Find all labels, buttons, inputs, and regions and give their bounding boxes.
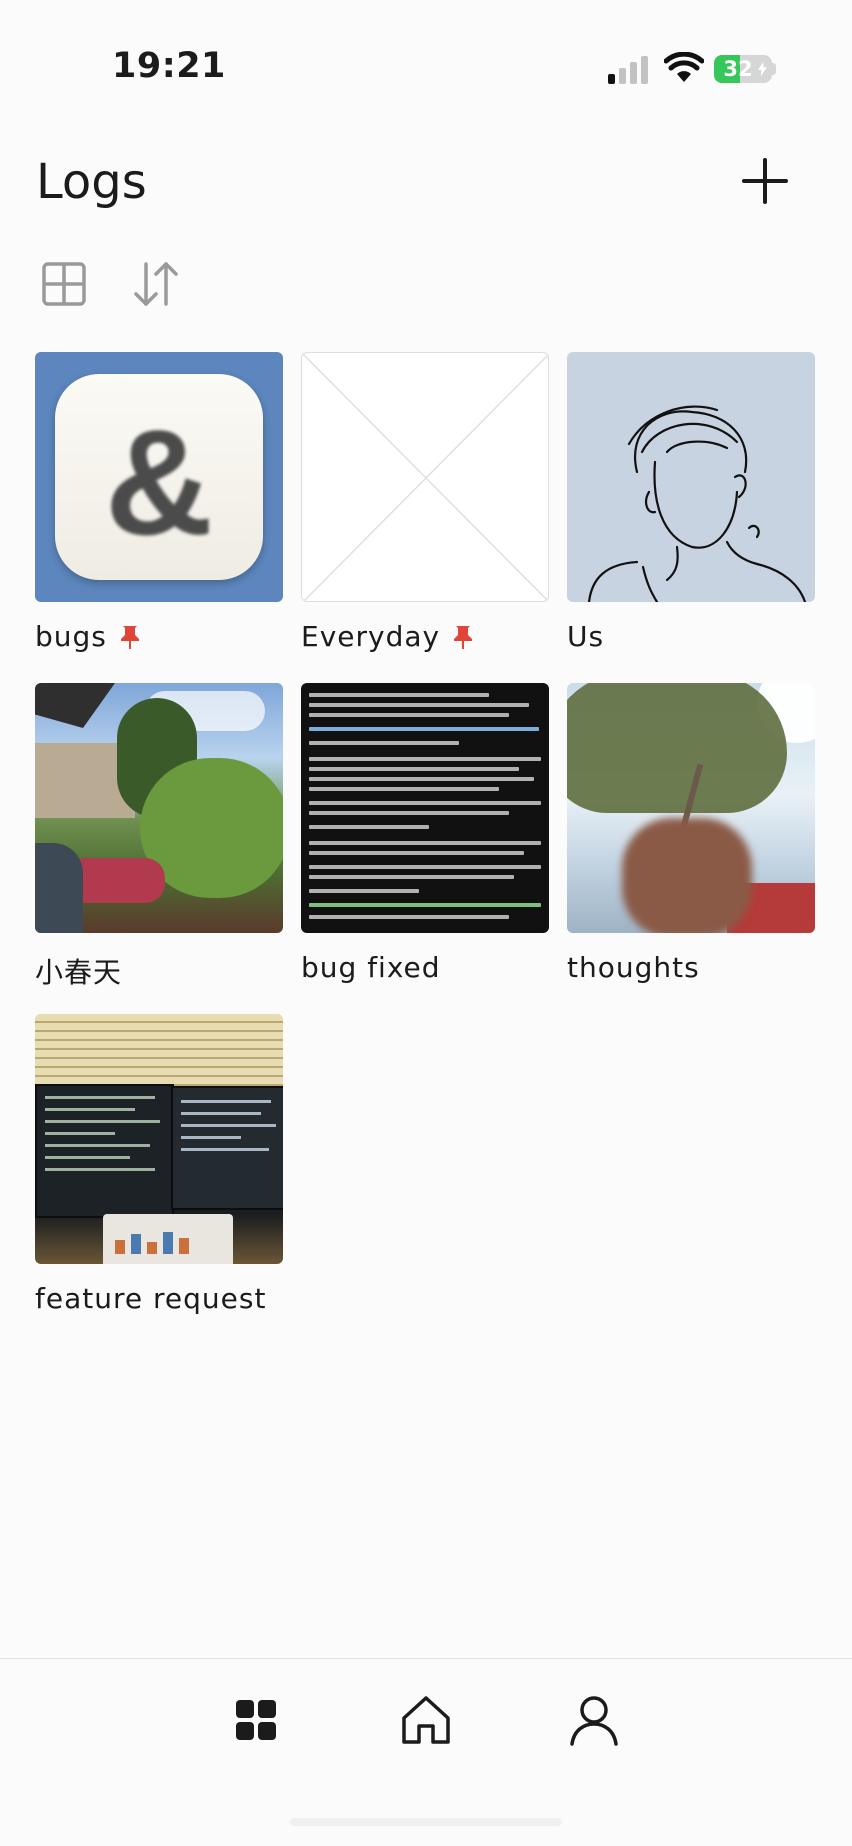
tab-grid[interactable] (226, 1690, 286, 1750)
terminal-screenshot-thumbnail (301, 683, 549, 933)
log-label: 小春天 (35, 956, 123, 989)
log-card-bugs[interactable]: & bugs (35, 352, 283, 653)
placeholder-cross-icon (302, 353, 548, 601)
ampersand-app-icon: & (55, 374, 263, 580)
page-title: Logs (36, 154, 147, 210)
log-label: Everyday (301, 620, 549, 653)
empty-thumbnail-placeholder (301, 352, 549, 602)
tab-profile[interactable] (564, 1690, 624, 1750)
grid-view-button[interactable] (36, 256, 92, 312)
log-label: feature request (35, 1282, 267, 1315)
laptop-screen (103, 1214, 233, 1264)
person-arm-shape (35, 843, 83, 933)
status-bar: 19:21 32 (0, 0, 852, 120)
log-card-feature-request[interactable]: feature request (35, 1014, 283, 1315)
window-shutters (35, 1014, 283, 1086)
home-indicator[interactable] (290, 1818, 562, 1826)
pin-icon (120, 625, 139, 649)
log-card-xiaochuntian[interactable]: 小春天 (35, 683, 283, 991)
log-card-thoughts[interactable]: thoughts (567, 683, 815, 984)
four-squares-icon (236, 1700, 276, 1740)
battery-icon: 32 (714, 55, 772, 83)
log-label: bugs (35, 620, 283, 653)
battery-tip (772, 63, 776, 75)
blurred-face (622, 818, 752, 933)
log-card-everyday[interactable]: Everyday (301, 352, 549, 653)
person-icon (570, 1696, 618, 1746)
line-drawing-portrait (587, 405, 807, 602)
grid-layout-icon (42, 262, 86, 306)
tab-home[interactable] (396, 1690, 456, 1750)
log-card-bug-fixed[interactable]: bug fixed (301, 683, 549, 984)
right-monitor (171, 1086, 283, 1210)
battery-percent: 32 (723, 57, 753, 81)
log-label: bug fixed (301, 951, 441, 984)
cellular-signal-icon (608, 56, 650, 84)
home-icon (402, 1696, 450, 1744)
add-log-button[interactable] (736, 152, 794, 210)
sort-arrows-icon (134, 262, 178, 306)
umbrella-shape (35, 683, 115, 728)
log-label: Us (567, 620, 605, 653)
status-time: 19:21 (112, 46, 226, 86)
charging-bolt-icon (758, 61, 767, 77)
line-drawing-portrait-thumbnail (567, 352, 815, 602)
pin-icon (454, 625, 473, 649)
garden-photo-thumbnail (35, 683, 283, 933)
log-card-us[interactable]: Us (567, 352, 815, 653)
monitors-photo-thumbnail (35, 1014, 283, 1264)
left-monitor (35, 1084, 174, 1218)
ampersand-app-thumbnail: & (35, 352, 283, 602)
sort-button[interactable] (128, 256, 184, 312)
log-label: thoughts (567, 951, 700, 984)
tree-canopy (567, 683, 787, 813)
wifi-icon (664, 52, 704, 82)
tree-selfie-thumbnail (567, 683, 815, 933)
